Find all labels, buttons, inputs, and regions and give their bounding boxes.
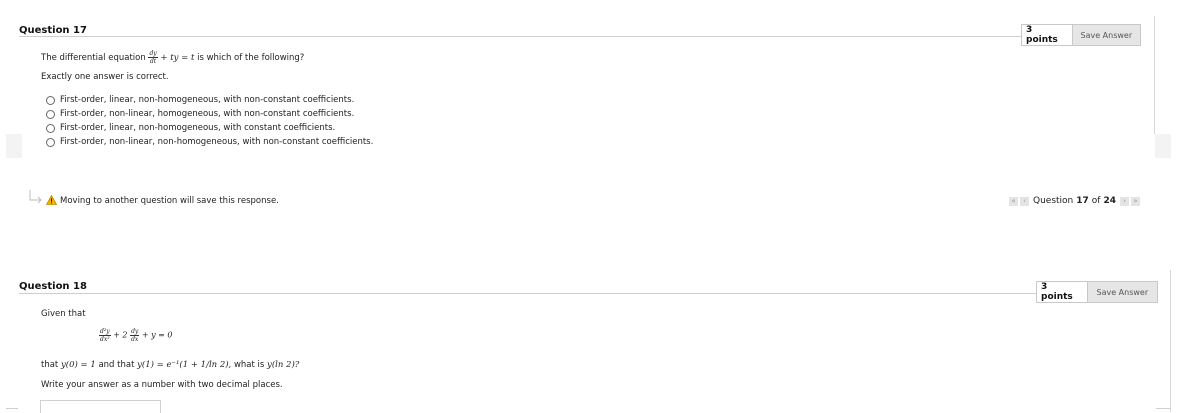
warning-icon <box>46 195 57 205</box>
question-navigator: « ‹ Question 17 of 24 › » <box>1008 196 1141 206</box>
option-4-label[interactable]: First-order, non-linear, non-homogeneous… <box>60 137 373 147</box>
save-warning-text: Moving to another question will save thi… <box>60 196 279 206</box>
first-derivative-fraction: dy dx <box>130 328 140 343</box>
answer-input[interactable] <box>40 400 161 413</box>
question-18-divider <box>19 293 1036 294</box>
initial-condition-1: y(0) = 1 <box>60 360 96 370</box>
next-question-icon[interactable]: › <box>1120 196 1130 206</box>
question-17-divider <box>19 36 1021 37</box>
question-18-bottom-left-rule <box>6 408 18 409</box>
initial-condition-2: y(1) = e⁻¹(1 + 1/ln 2), <box>137 360 232 370</box>
question-17-prompt: The differential equation dy dt + ty = t … <box>41 50 304 65</box>
nav-total: 24 <box>1103 196 1117 206</box>
question-18-equation: d²y dx² + 2 dy dx + y = 0 <box>99 328 173 343</box>
question-17-points: 3 points <box>1026 25 1058 45</box>
equation-rest: + ty = t <box>160 53 195 63</box>
previous-question-icon[interactable]: ‹ <box>1020 196 1029 206</box>
last-question-icon[interactable]: » <box>1131 196 1141 206</box>
first-derivative-denominator: dx <box>131 336 139 343</box>
second-derivative-denominator: dx² <box>100 336 110 343</box>
option-4-radio[interactable] <box>46 138 55 147</box>
question-17-equation: dy dt + ty = t <box>148 50 197 65</box>
nav-current: 17 <box>1076 196 1089 206</box>
question-17-header-box: 3 points Save Answer <box>1021 24 1141 46</box>
equation-fraction: dy dt <box>148 50 158 65</box>
what-text: what is <box>233 360 265 370</box>
second-derivative-fraction: d²y dx² <box>99 328 111 343</box>
option-2-label[interactable]: First-order, non-linear, homogeneous, wi… <box>60 109 354 119</box>
second-derivative-numerator: d²y <box>99 328 111 336</box>
question-17-title: Question 17 <box>19 25 87 36</box>
nav-of: of <box>1091 196 1101 206</box>
equation-plus-two: + 2 <box>113 330 128 340</box>
option-2-radio[interactable] <box>46 110 55 119</box>
first-derivative-numerator: dy <box>130 328 140 336</box>
question-17-prompt-before: The differential equation <box>41 53 146 63</box>
equation-numerator: dy <box>148 50 158 58</box>
question-17-right-gutter <box>1155 134 1171 158</box>
question-18-points: 3 points <box>1041 282 1073 302</box>
question-17-right-border <box>1154 16 1155 134</box>
question-18-given: Given that <box>41 309 86 319</box>
question-17-instruction: Exactly one answer is correct. <box>41 72 169 82</box>
option-3-label[interactable]: First-order, linear, non-homogeneous, wi… <box>60 123 335 133</box>
option-3-radio[interactable] <box>46 124 55 133</box>
question-18-title: Question 18 <box>19 281 87 292</box>
question-18-save-button[interactable]: Save Answer <box>1086 282 1157 302</box>
and-text: and that <box>98 360 135 370</box>
target-expression: y(ln 2)? <box>267 360 300 370</box>
question-18-conditions: that y(0) = 1 and that y(1) = e⁻¹(1 + 1/… <box>41 360 299 370</box>
question-18-right-border <box>1170 270 1171 412</box>
question-18-instruction: Write your answer as a number with two d… <box>41 380 283 390</box>
question-18-bottom-right-rule <box>1156 408 1170 409</box>
option-1-label[interactable]: First-order, linear, non-homogeneous, wi… <box>60 95 354 105</box>
question-18-header-box: 3 points Save Answer <box>1036 281 1158 303</box>
return-arrow-icon <box>29 190 42 204</box>
nav-label-prefix: Question <box>1033 196 1074 206</box>
question-17-left-gutter <box>6 134 22 158</box>
question-17-save-button[interactable]: Save Answer <box>1071 25 1140 45</box>
first-question-icon[interactable]: « <box>1009 196 1018 206</box>
equation-tail: + y = 0 <box>141 330 173 340</box>
option-1-radio[interactable] <box>46 96 55 105</box>
question-17-prompt-after: is which of the following? <box>197 53 305 63</box>
equation-denominator: dt <box>149 58 157 65</box>
that-text: that <box>41 360 59 370</box>
